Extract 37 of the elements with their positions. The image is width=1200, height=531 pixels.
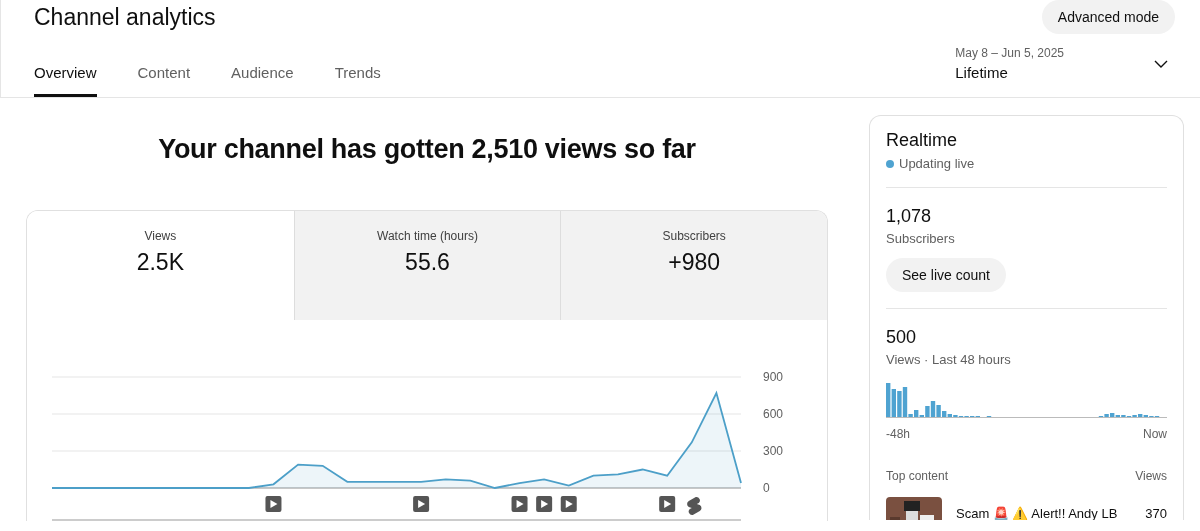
card-title: Realtime — [886, 130, 959, 151]
see-live-count-button[interactable]: See live count — [886, 258, 1006, 292]
tab[interactable]: Audience — [231, 55, 294, 97]
page-title: Channel analytics — [34, 4, 216, 31]
axis-label: 0 — [763, 481, 770, 495]
subscriber-count: 1,078 — [886, 206, 933, 227]
video-marker-icon[interactable] — [413, 496, 430, 512]
status-label: Updating live — [899, 156, 975, 171]
headline: Your channel has gotten 2,510 views so far — [157, 134, 697, 165]
tab[interactable]: Trends — [334, 55, 381, 97]
axis-label: 900 — [763, 370, 784, 384]
live-dot — [886, 159, 894, 168]
chevron-down-icon[interactable] — [1154, 59, 1168, 68]
video-marker-icon[interactable] — [659, 496, 676, 512]
view-count: 370 — [1145, 505, 1167, 520]
video-marker-icon[interactable] — [560, 496, 577, 512]
stat-label: Subscribers — [886, 231, 956, 246]
period-selector[interactable]: Lifetime — [955, 64, 1064, 81]
video-marker-icon[interactable] — [536, 496, 553, 512]
tab[interactable]: Content — [137, 55, 191, 97]
video-marker-icon[interactable] — [511, 496, 528, 512]
shorts-marker-icon[interactable] — [687, 496, 702, 516]
section-label: Top content — [886, 469, 949, 483]
tab[interactable]: Overview — [34, 55, 97, 97]
axis-label: Now — [1143, 427, 1167, 441]
view-count: 500 — [886, 327, 918, 348]
video-marker-icon[interactable] — [265, 496, 282, 512]
advanced-mode-button[interactable]: Advanced mode — [1041, 0, 1175, 34]
axis-label: 300 — [763, 444, 784, 458]
metric-tab[interactable]: Subscribers +980 — [560, 211, 827, 320]
date-range: May 8 – Jun 5, 2025 — [955, 46, 1064, 60]
metric-tab[interactable]: Watch time (hours) 55.6 — [293, 211, 561, 320]
axis-label: -48h — [886, 427, 911, 441]
column-label: Views — [1135, 469, 1167, 483]
axis-label: 600 — [763, 407, 784, 421]
video-title[interactable]: Scam 🚨 ⚠ Alert!! Andy LB — [956, 505, 1132, 520]
stat-label: Views · Last 48 hours — [886, 352, 1012, 367]
